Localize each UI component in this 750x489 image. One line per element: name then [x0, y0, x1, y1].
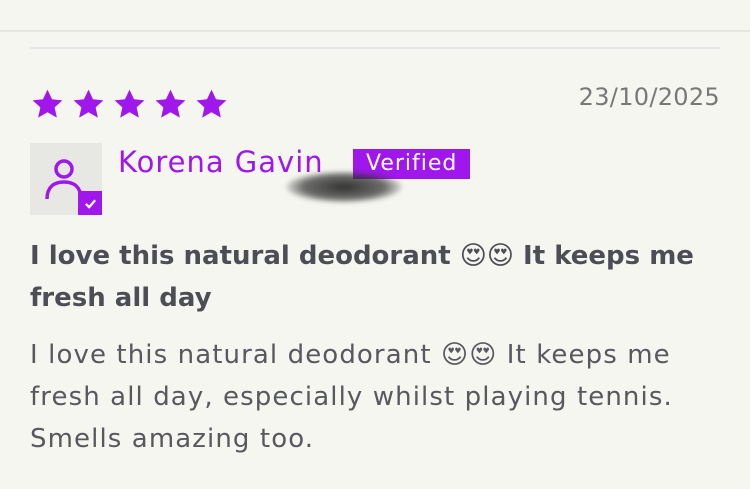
avatar: [30, 143, 102, 215]
star-icon: [196, 89, 227, 118]
review-title: I love this natural deodorant 😍😍 It keep…: [30, 241, 694, 313]
star-icon: [155, 89, 186, 118]
redaction-smudge: [286, 171, 402, 203]
review-body: I love this natural deodorant 😍😍 It keep…: [30, 340, 673, 454]
check-icon: [84, 199, 96, 209]
star-icon: [114, 89, 145, 118]
star-rating: [30, 87, 229, 122]
verified-check-badge: [78, 191, 102, 215]
reviewer-name: Korena Gavin: [118, 145, 324, 179]
review-date: 23/10/2025: [578, 83, 720, 111]
top-divider: [0, 30, 750, 32]
star-icon: [73, 89, 104, 118]
review-divider: [30, 47, 720, 49]
star-icon: [32, 89, 63, 118]
